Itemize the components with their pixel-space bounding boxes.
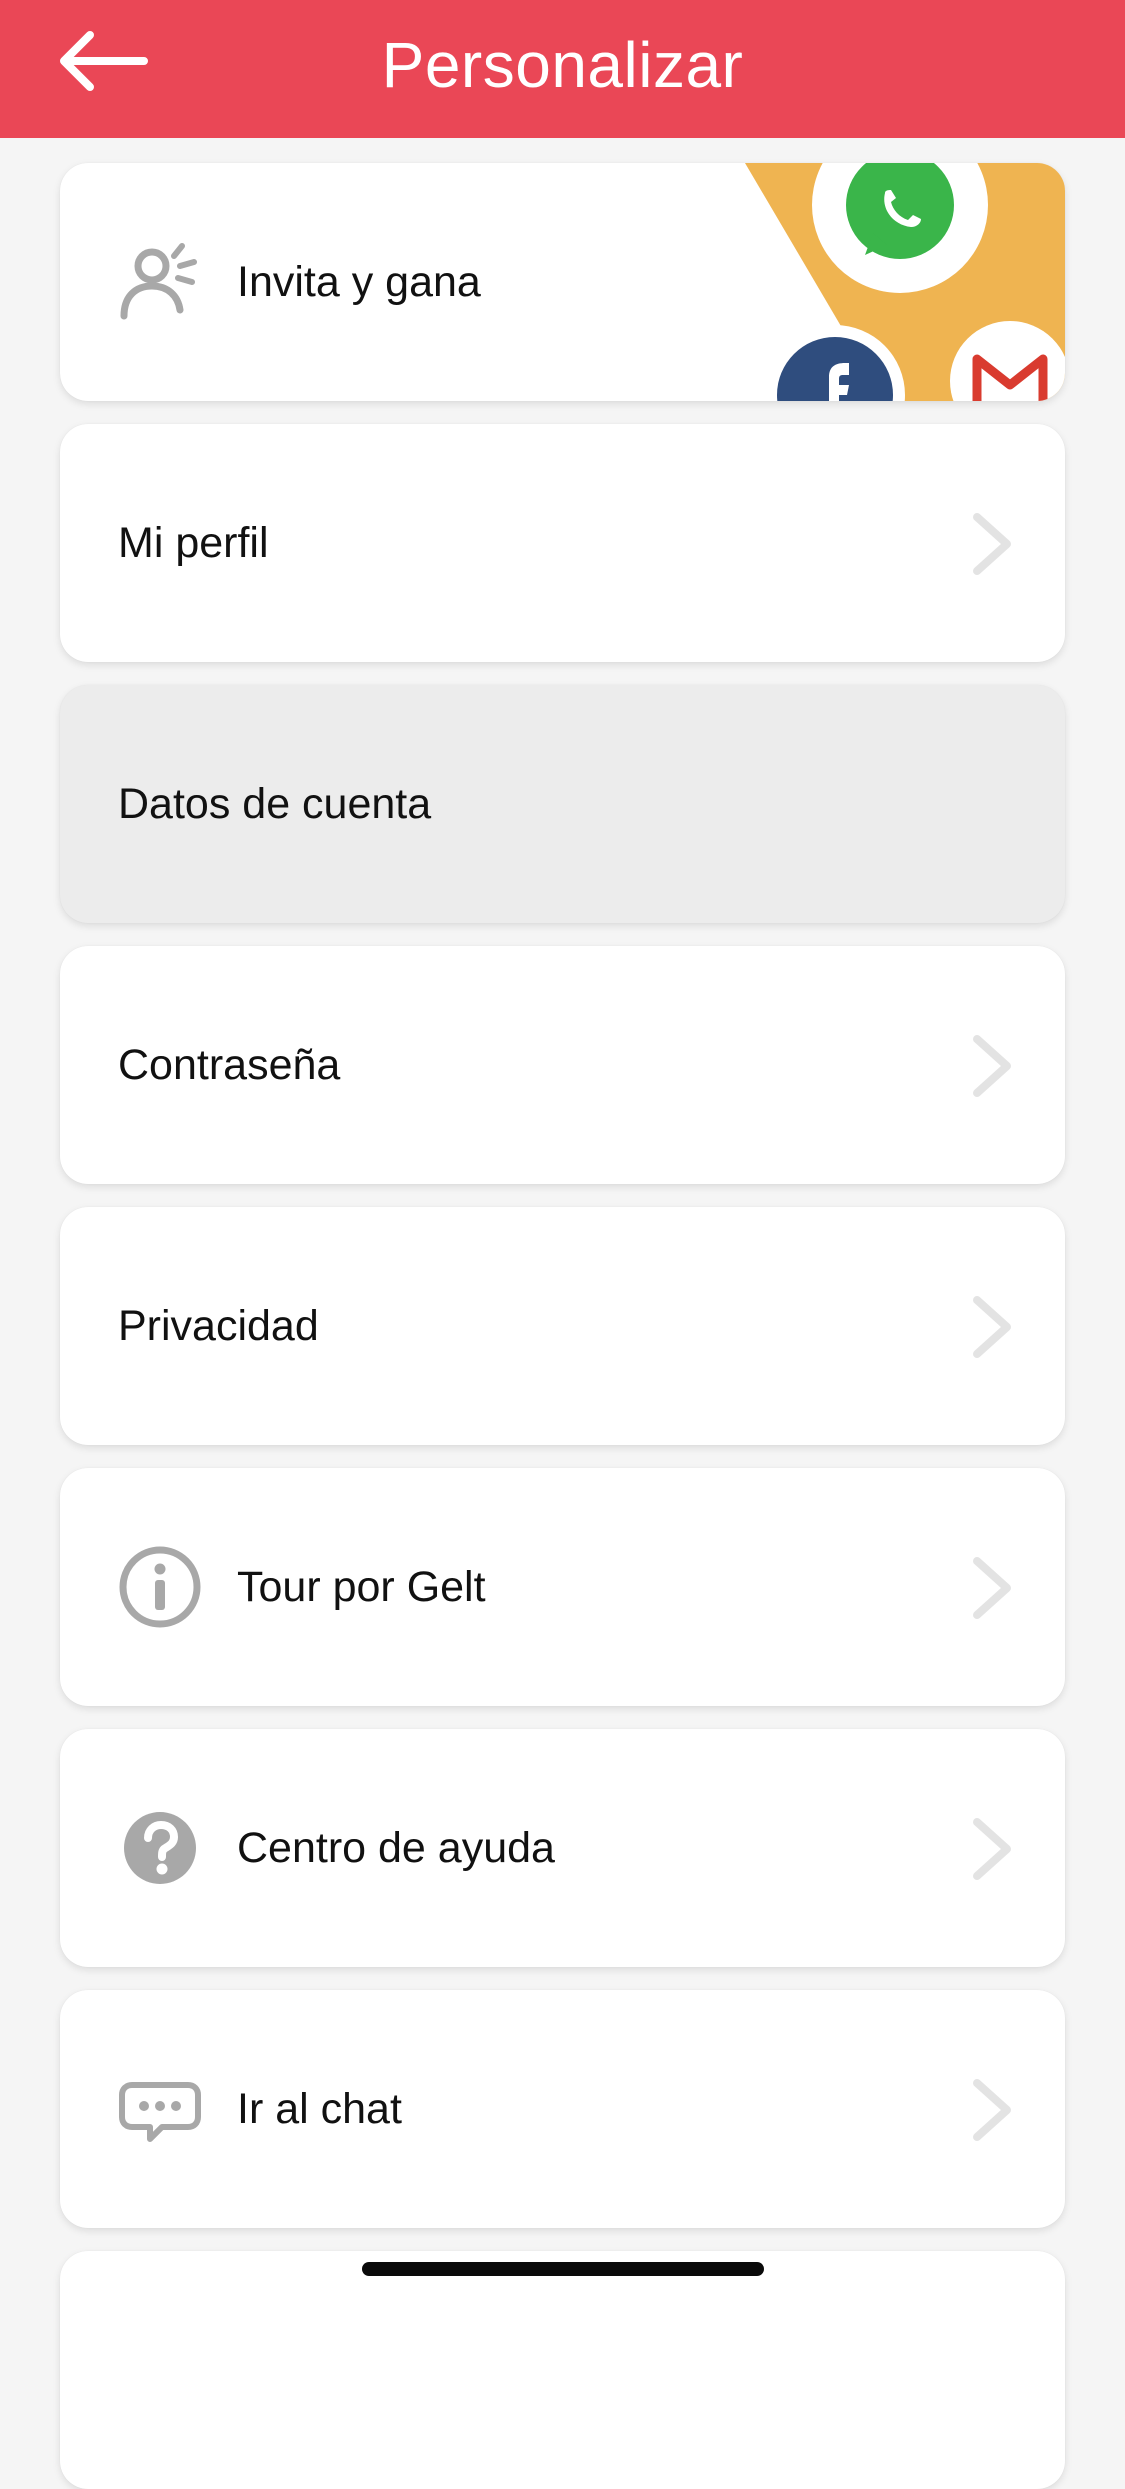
menu-item-ir-al-chat[interactable]: Ir al chat (60, 1990, 1065, 2228)
chat-bubble-icon (119, 2082, 201, 2142)
menu-item-label: Contraseña (118, 1040, 341, 1089)
menu-item-label: Centro de ayuda (237, 1823, 555, 1872)
menu-item-contrasena[interactable]: Contraseña (60, 946, 1065, 1184)
chevron-right-icon (973, 1035, 1011, 1097)
menu-item-mi-perfil[interactable]: Mi perfil (60, 424, 1065, 662)
menu-item-tour-por-gelt[interactable]: Tour por Gelt (60, 1468, 1065, 1706)
menu-item-label: Mi perfil (118, 518, 269, 567)
menu-item-centro-de-ayuda[interactable]: Centro de ayuda (60, 1729, 1065, 1967)
menu-item-label: Ir al chat (237, 2084, 402, 2133)
share-promo-art (745, 163, 1065, 401)
page-title: Personalizar (381, 29, 744, 101)
menu-item-label: Privacidad (118, 1301, 319, 1350)
chevron-right-icon (973, 2079, 1011, 2141)
home-indicator[interactable] (362, 2262, 764, 2276)
menu-item-partial[interactable] (60, 2251, 1065, 2489)
chevron-right-icon (973, 1818, 1011, 1880)
chevron-right-icon (973, 1557, 1011, 1619)
app-header: Personalizar (0, 0, 1125, 138)
invite-label: Invita y gana (237, 257, 481, 306)
help-icon (124, 1812, 196, 1884)
info-icon (119, 1546, 201, 1628)
invite-person-icon (120, 243, 197, 320)
menu-item-label: Tour por Gelt (237, 1562, 486, 1611)
invite-card[interactable]: Invita y gana (60, 163, 1065, 401)
menu-item-label: Datos de cuenta (118, 779, 432, 828)
chevron-right-icon (973, 1296, 1011, 1358)
chevron-right-icon (973, 513, 1011, 575)
menu-item-datos-de-cuenta[interactable]: Datos de cuenta (60, 685, 1065, 923)
menu-item-privacidad[interactable]: Privacidad (60, 1207, 1065, 1445)
